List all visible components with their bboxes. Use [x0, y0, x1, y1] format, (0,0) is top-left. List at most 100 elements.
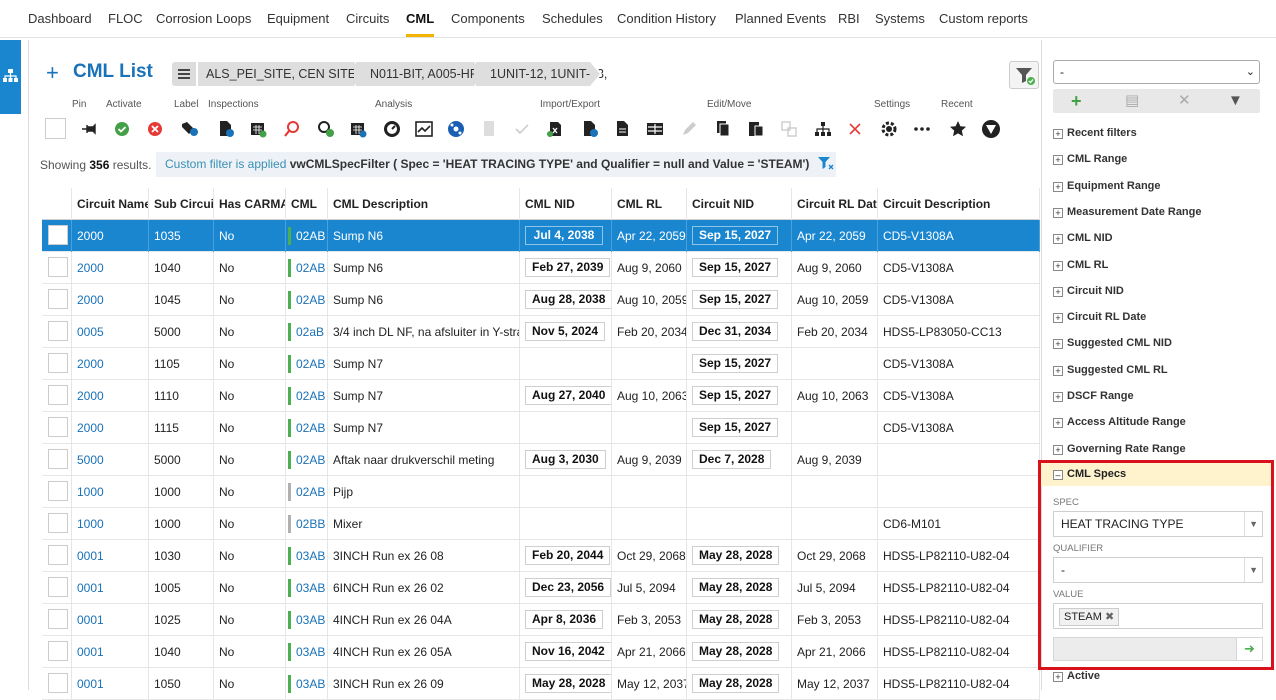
column-header-sub-circuit[interactable]: Sub Circuit: [149, 188, 214, 220]
column-header-circuit-rl-date[interactable]: Circuit RL Date: [792, 188, 878, 220]
cell-circuit[interactable]: 0001: [72, 572, 149, 604]
cell-cml[interactable]: 03AB: [286, 604, 328, 636]
column-header-cml-rl[interactable]: CML RL: [612, 188, 687, 220]
row-checkbox[interactable]: [48, 225, 68, 245]
copy-button[interactable]: [711, 117, 735, 141]
row-checkbox[interactable]: [48, 257, 68, 277]
cell-cml[interactable]: 02AB: [286, 380, 328, 412]
filter-dscf-range[interactable]: + DSCF Range: [1053, 390, 1134, 402]
row-checkbox[interactable]: [48, 321, 68, 341]
row-checkbox[interactable]: [48, 673, 68, 693]
nav-floc[interactable]: FLOC: [108, 11, 143, 26]
table-row[interactable]: 2000 1110 No 02AB Sump N7 Aug 27, 2040 Aug 10,…: [42, 380, 1040, 412]
cell-circuit[interactable]: 0005: [72, 316, 149, 348]
column-header-circuit-name[interactable]: Circuit Name: [72, 188, 149, 220]
breadcrumb-site[interactable]: ALS_PEI_SITE, CEN SITE: [198, 62, 366, 86]
report-button[interactable]: [610, 117, 634, 141]
table-row[interactable]: 0001 1040 No 03AB 4INCH Run ex 26 05A Nov 16,…: [42, 636, 1040, 668]
hierarchy-toggle-button[interactable]: [0, 40, 21, 114]
inspection-calendar-button[interactable]: [246, 117, 270, 141]
cell-cml[interactable]: 02AB: [286, 476, 328, 508]
paste-button[interactable]: [744, 117, 768, 141]
save-filter-button[interactable]: ▤: [1125, 91, 1139, 111]
table-row[interactable]: 0005 5000 No 02aB 3/4 inch DL NF, na afsluit…: [42, 316, 1040, 348]
row-checkbox[interactable]: [48, 545, 68, 565]
schedule-calendar-button[interactable]: [346, 117, 370, 141]
nav-cml[interactable]: CML: [406, 11, 434, 26]
inspection-search-button[interactable]: [280, 117, 304, 141]
cell-cml[interactable]: 02AB: [286, 412, 328, 444]
row-checkbox[interactable]: [48, 449, 68, 469]
recent-button[interactable]: [979, 117, 1003, 141]
row-checkbox[interactable]: [48, 609, 68, 629]
analysis-network-button[interactable]: [444, 117, 468, 141]
nav-components[interactable]: Components: [451, 11, 525, 26]
column-header-cml-description[interactable]: CML Description: [328, 188, 520, 220]
qualifier-select[interactable]: - ▼: [1053, 557, 1263, 583]
table-row[interactable]: 5000 5000 No 02AB Aftak naar drukverschil me…: [42, 444, 1040, 476]
table-row[interactable]: 1000 1000 No 02BB Mixer CD6-M101: [42, 508, 1040, 540]
spec-select[interactable]: HEAT TRACING TYPE ▼: [1053, 511, 1263, 537]
table-row[interactable]: 2000 1045 No 02AB Sump N6 Aug 28, 2038 Aug 10,…: [42, 284, 1040, 316]
cell-cml[interactable]: 02AB: [286, 220, 328, 252]
nav-planned-events[interactable]: Planned Events: [735, 11, 826, 26]
hierarchy-move-button[interactable]: [811, 117, 835, 141]
settings-button[interactable]: [877, 117, 901, 141]
cell-cml[interactable]: 02AB: [286, 284, 328, 316]
cell-circuit[interactable]: 0001: [72, 668, 149, 700]
remove-tag-icon[interactable]: ✖: [1105, 611, 1114, 623]
filter-suggested-cml-nid[interactable]: + Suggested CML NID: [1053, 337, 1172, 350]
apply-filter-button[interactable]: ➜: [1236, 638, 1262, 660]
cell-cml[interactable]: 02aB: [286, 316, 328, 348]
filter-panel-button[interactable]: [1009, 61, 1039, 89]
column-header-has-carma[interactable]: Has CARMA: [214, 188, 286, 220]
column-header-cml-nid[interactable]: CML NID: [520, 188, 612, 220]
inspection-find-button[interactable]: [314, 117, 338, 141]
breadcrumb-unit[interactable]: N011-BIT, A005-HFE,: [356, 62, 489, 86]
select-all-checkbox[interactable]: [45, 118, 66, 139]
nav-rbi[interactable]: RBI: [838, 11, 860, 26]
cell-circuit[interactable]: 1000: [72, 508, 149, 540]
cell-circuit[interactable]: 2000: [72, 348, 149, 380]
row-checkbox[interactable]: [48, 353, 68, 373]
clear-filter-icon[interactable]: [817, 155, 835, 171]
filter-recent-filters[interactable]: + Recent filters: [1053, 127, 1137, 139]
table-row[interactable]: 0001 1025 No 03AB 4INCH Run ex 26 04A Apr 8, …: [42, 604, 1040, 636]
table-row[interactable]: 2000 1035 No 02AB Sump N6 Jul 4, 2038 Apr 22, …: [42, 220, 1040, 252]
favorites-button[interactable]: [946, 117, 970, 141]
table-export-button[interactable]: [643, 117, 667, 141]
row-checkbox[interactable]: [48, 577, 68, 597]
cell-cml[interactable]: 03AB: [286, 636, 328, 668]
filter-cml-range[interactable]: + CML Range: [1053, 153, 1127, 166]
table-row[interactable]: 1000 1000 No 02AB Pijp: [42, 476, 1040, 508]
clear-filter-button[interactable]: ▼: [1228, 91, 1243, 111]
delete-filter-button[interactable]: ✕: [1178, 91, 1191, 111]
row-checkbox[interactable]: [48, 417, 68, 437]
export-button[interactable]: [578, 117, 602, 141]
table-row[interactable]: 2000 1105 No 02AB Sump N7 Sep 15, 2027 CD5-V13…: [42, 348, 1040, 380]
breadcrumb-area[interactable]: 1UNIT-12, 1UNIT-13,: [476, 62, 607, 86]
filter-access-altitude-range[interactable]: + Access Altitude Range: [1053, 416, 1186, 429]
cell-cml[interactable]: 02AB: [286, 252, 328, 284]
row-checkbox[interactable]: [48, 289, 68, 309]
cell-circuit[interactable]: 2000: [72, 380, 149, 412]
value-input[interactable]: STEAM ✖: [1053, 603, 1263, 629]
delete-button[interactable]: [843, 117, 867, 141]
cell-circuit[interactable]: 0001: [72, 604, 149, 636]
filter-cml-rl[interactable]: + CML RL: [1053, 259, 1108, 271]
cell-cml[interactable]: 03AB: [286, 572, 328, 604]
nav-condition-history[interactable]: Condition History: [617, 11, 716, 26]
import-excel-button[interactable]: [543, 117, 567, 141]
nav-corrosion-loops[interactable]: Corrosion Loops: [156, 11, 251, 26]
table-row[interactable]: 2000 1115 No 02AB Sump N7 Sep 15, 2027 CD5-V13…: [42, 412, 1040, 444]
cell-circuit[interactable]: 0001: [72, 540, 149, 572]
table-row[interactable]: 0001 1005 No 03AB 6INCH Run ex 26 02 Dec 23, …: [42, 572, 1040, 604]
add-cml-button[interactable]: +: [46, 60, 59, 86]
nav-schedules[interactable]: Schedules: [542, 11, 603, 26]
cell-cml[interactable]: 03AB: [286, 540, 328, 572]
table-row[interactable]: 0001 1050 No 03AB 3INCH Run ex 26 09 May 28, …: [42, 668, 1040, 700]
filter-circuit-rl-date[interactable]: + Circuit RL Date: [1053, 311, 1146, 324]
nav-circuits[interactable]: Circuits: [346, 11, 389, 26]
filter-equipment-range[interactable]: + Equipment Range: [1053, 180, 1161, 192]
table-row[interactable]: 0001 1030 No 03AB 3INCH Run ex 26 08 Feb 20, …: [42, 540, 1040, 572]
